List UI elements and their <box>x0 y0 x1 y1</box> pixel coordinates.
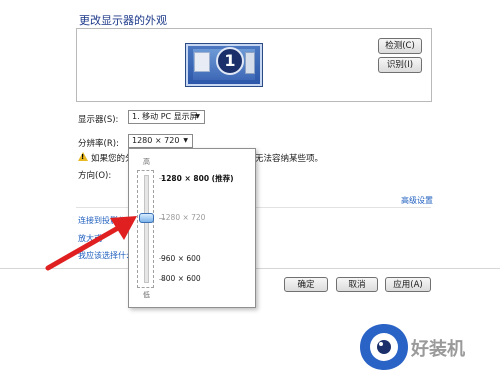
high-label: 高 <box>143 158 150 166</box>
zoom-link[interactable]: 放大或 <box>78 233 102 244</box>
monitor-number: 1 <box>216 47 244 75</box>
display-select[interactable]: 1. 移动 PC 显示屏 ▼ <box>128 110 205 124</box>
cancel-button[interactable]: 取消 <box>336 277 378 292</box>
apply-button[interactable]: 应用(A) <box>385 277 431 292</box>
display-preview-panel: 1 检测(C) 识别(I) <box>76 28 432 102</box>
resolution-slider-thumb[interactable] <box>139 213 154 223</box>
which-display-link[interactable]: 我应该选择什么 <box>78 250 134 261</box>
connect-projector-link[interactable]: 连接到投影仪 <box>78 215 126 226</box>
resolution-option[interactable]: 800 × 600 <box>161 274 201 283</box>
detect-button[interactable]: 检测(C) <box>378 38 422 54</box>
resolution-slider-popup: 高 低 1280 × 800 (推荐) 1280 × 720 960 × 600… <box>128 148 256 308</box>
resolution-select-value: 1280 × 720 <box>132 136 180 145</box>
low-label: 低 <box>143 291 150 299</box>
ok-button[interactable]: 确定 <box>284 277 328 292</box>
display-label: 显示器(S): <box>78 115 119 125</box>
chevron-down-icon: ▼ <box>195 113 200 120</box>
orientation-label: 方向(O): <box>78 171 112 181</box>
resolution-slider-track[interactable] <box>137 170 154 288</box>
identify-button[interactable]: 识别(I) <box>378 57 422 73</box>
resolution-option[interactable]: 1280 × 800 (推荐) <box>161 173 234 184</box>
resolution-option[interactable]: 1280 × 720 <box>161 213 205 222</box>
watermark-logo-icon <box>360 324 408 370</box>
chevron-down-icon: ▼ <box>183 137 188 144</box>
warning-icon: ! <box>78 152 88 161</box>
resolution-option[interactable]: 960 × 600 <box>161 254 201 263</box>
display-select-value: 1. 移动 PC 显示屏 <box>132 112 198 121</box>
monitor-1-icon[interactable]: 1 <box>185 43 263 87</box>
warning-text-right: 无法容纳某些项。 <box>255 154 324 164</box>
resolution-select[interactable]: 1280 × 720 ▼ <box>128 134 193 148</box>
page-title: 更改显示器的外观 <box>79 14 167 27</box>
watermark-text: 好装机 <box>411 339 465 360</box>
resolution-label: 分辨率(R): <box>78 139 119 149</box>
advanced-settings-link[interactable]: 高级设置 <box>401 195 433 206</box>
